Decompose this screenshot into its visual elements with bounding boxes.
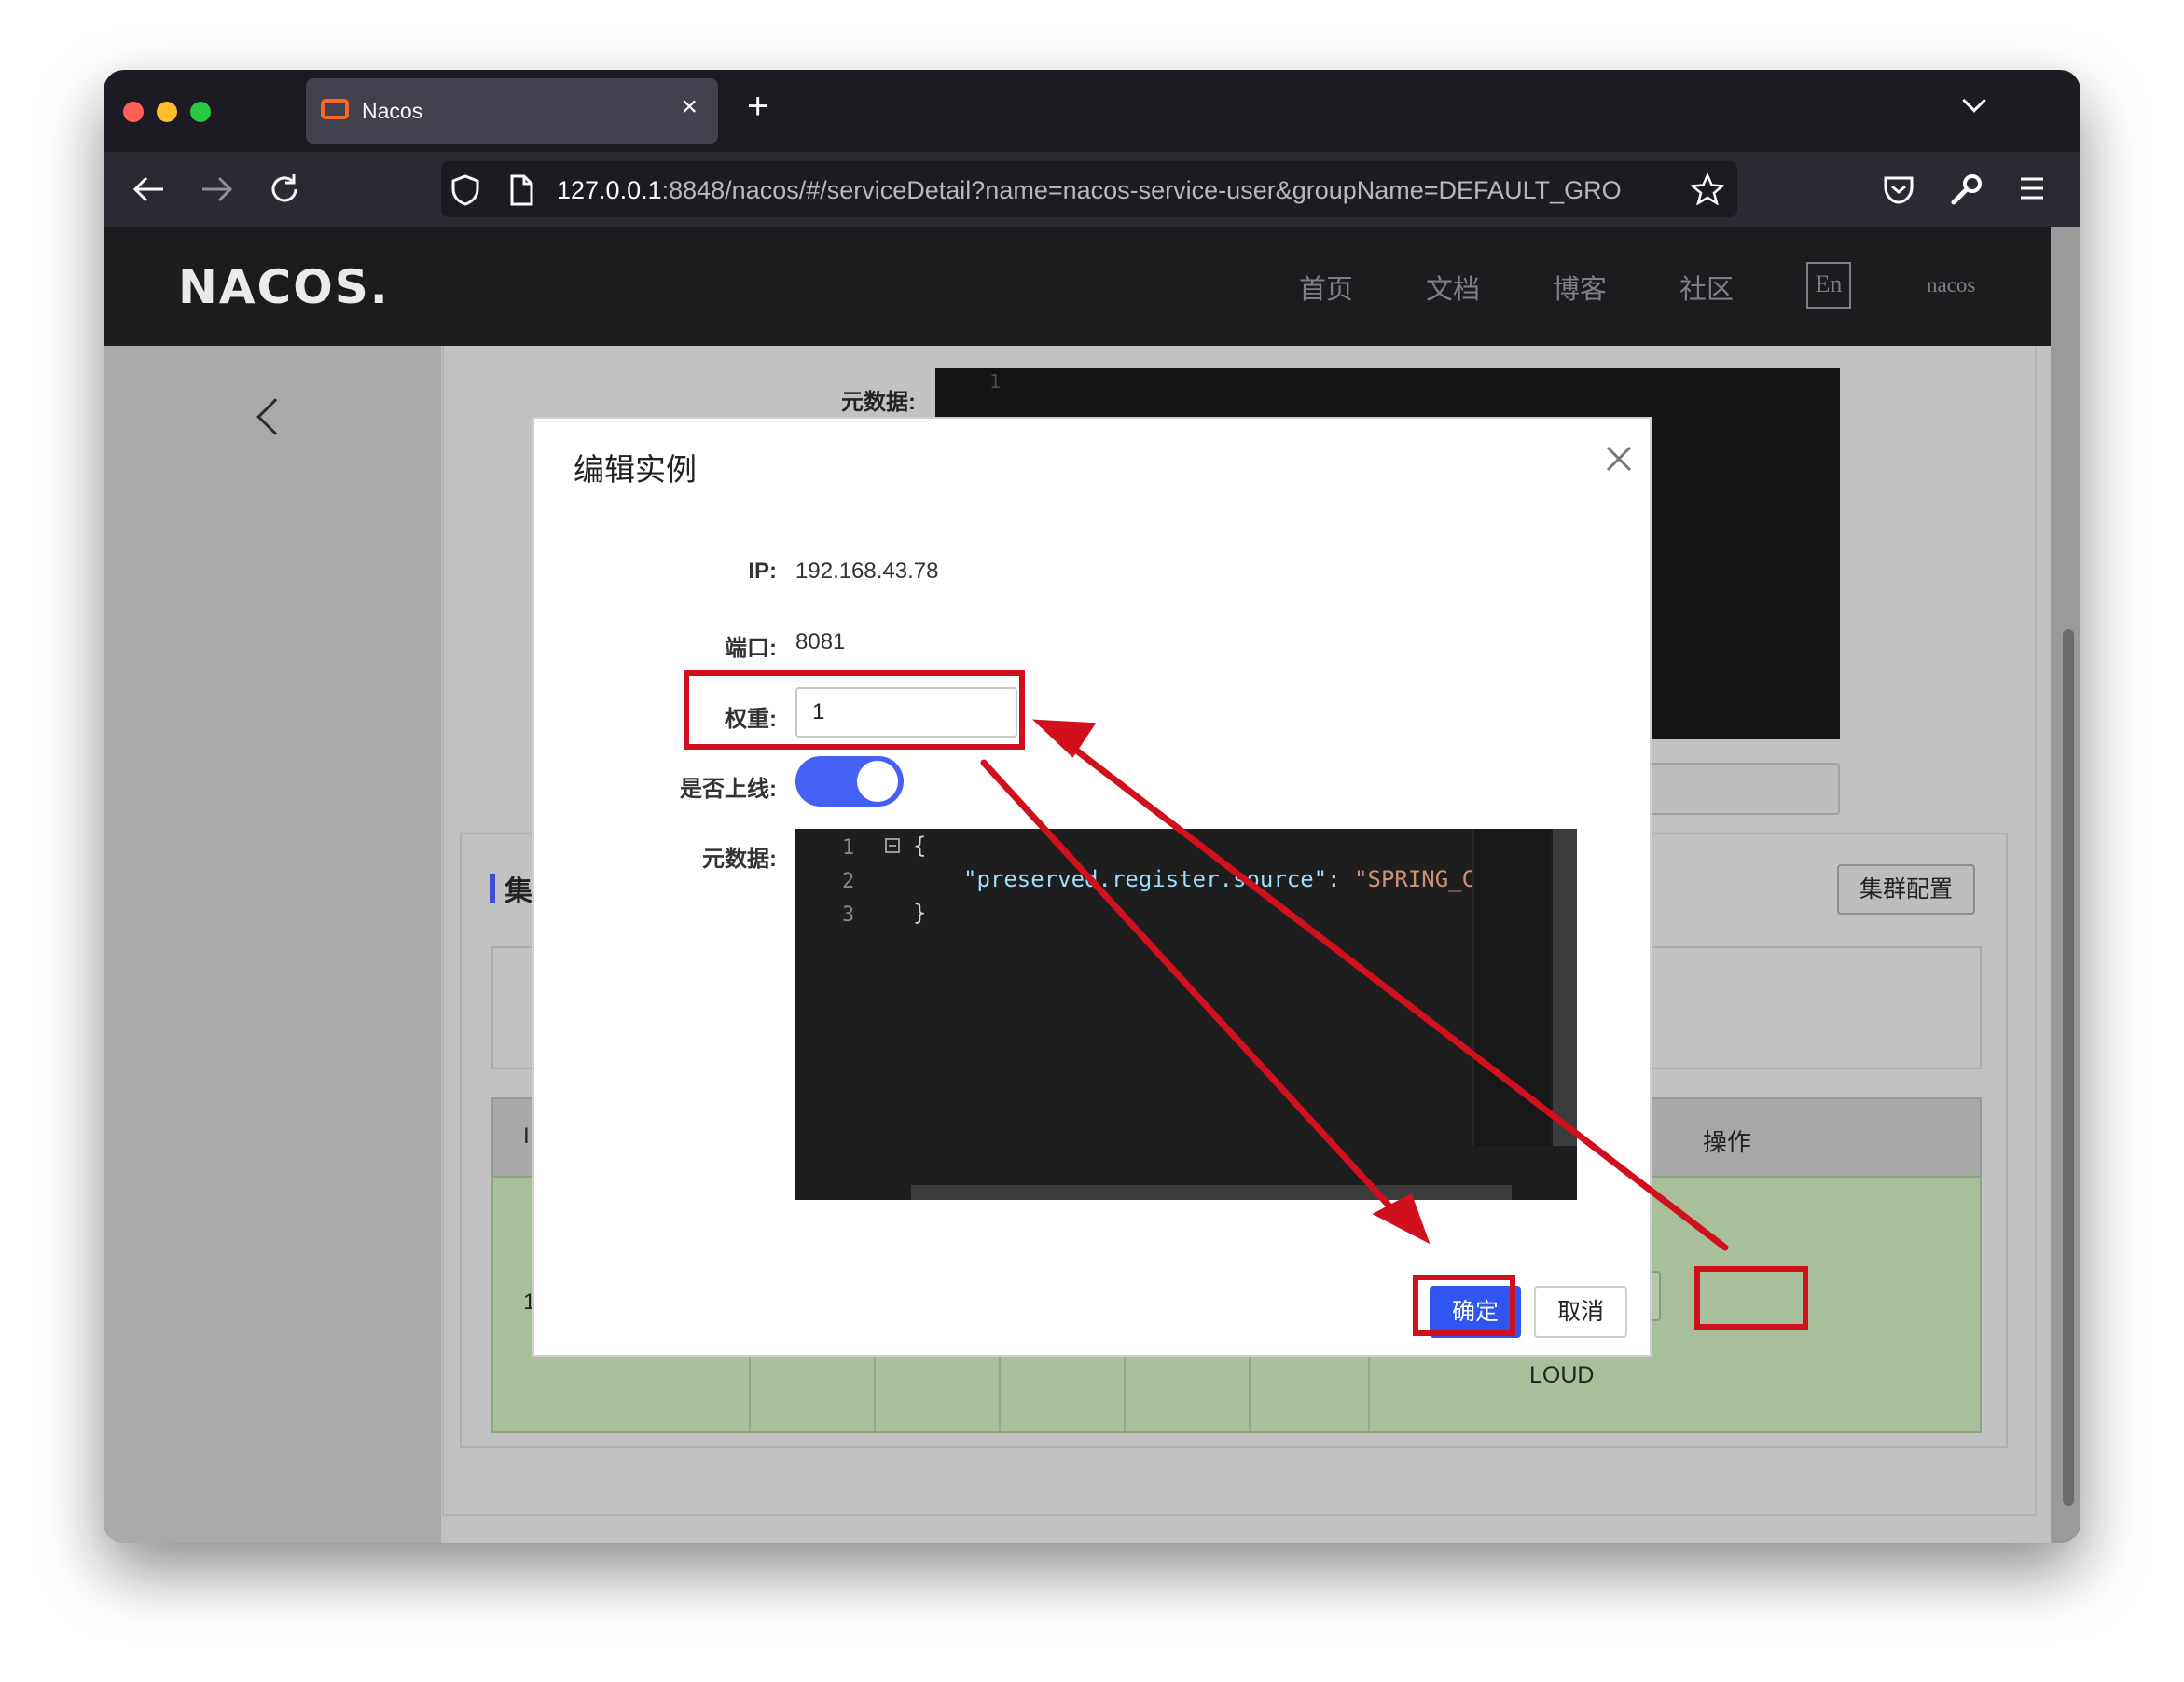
port-value: 8081 (795, 629, 846, 655)
metadata-editor[interactable]: 1 2 3 { "preserved.register.source": "SP… (795, 829, 1577, 1200)
editor-horizontal-scrollbar[interactable] (911, 1185, 1512, 1200)
left-panel (104, 346, 441, 1543)
cluster-title-bar (490, 874, 495, 903)
port-label: 端口: (725, 636, 777, 661)
new-tab-button[interactable]: + (747, 83, 768, 130)
nacos-logo[interactable]: NACOS. (178, 260, 390, 314)
edit-highlight-box (1694, 1266, 1808, 1330)
nacos-navbar: NACOS. 首页 文档 博客 社区 En nacos (104, 227, 2051, 346)
cancel-button[interactable]: 取消 (1534, 1286, 1627, 1338)
nav-blog[interactable]: 博客 (1553, 268, 1607, 307)
page-icon (510, 174, 533, 206)
wrench-icon[interactable] (1950, 172, 1984, 206)
bg-metadata-label: 元数据: (841, 390, 916, 415)
page-scrollbar-thumb[interactable] (2063, 629, 2074, 1506)
chevron-left-icon[interactable] (256, 398, 294, 435)
hamburger-menu-icon[interactable] (2019, 176, 2045, 200)
table-header-operations: 操作 (1703, 1128, 1752, 1156)
table-header-ip: I (523, 1124, 530, 1149)
online-toggle[interactable] (795, 756, 904, 807)
browser-tab[interactable]: Nacos × (306, 78, 718, 144)
pocket-icon[interactable] (1883, 174, 1914, 204)
code-close-brace: } (913, 900, 927, 926)
confirm-highlight-box (1413, 1275, 1515, 1336)
shield-icon[interactable] (450, 174, 480, 206)
back-arrow-icon[interactable] (131, 174, 165, 204)
bookmark-star-icon[interactable] (1691, 173, 1724, 205)
minimize-window-button[interactable] (157, 102, 177, 122)
forward-arrow-icon[interactable] (200, 174, 234, 204)
close-window-button[interactable] (123, 102, 144, 122)
address-bar[interactable]: 127.0.0.1:8848/nacos/#/serviceDetail?nam… (441, 161, 1737, 217)
browser-toolbar: 127.0.0.1:8848/nacos/#/serviceDetail?nam… (104, 152, 2080, 227)
nav-community[interactable]: 社区 (1679, 268, 1734, 307)
reload-icon[interactable] (268, 172, 301, 206)
cluster-config-button[interactable]: 集群配置 (1837, 864, 1975, 915)
editor-vertical-scrollbar[interactable] (1553, 829, 1577, 1146)
edit-instance-dialog: 编辑实例 IP: 192.168.43.78 端口: 8081 权重: 1 是否… (532, 417, 1652, 1357)
editor-line-number: 2 (842, 870, 855, 893)
row-ephemeral-value: LOUD (1529, 1362, 1595, 1388)
close-icon[interactable] (1605, 445, 1633, 473)
editor-line-number: 3 (842, 903, 855, 927)
dialog-title: 编辑实例 (574, 452, 697, 487)
tab-title: Nacos (362, 99, 423, 123)
cluster-title: 集 (505, 876, 532, 907)
metadata-label: 元数据: (702, 847, 777, 872)
user-name[interactable]: nacos (1927, 273, 1975, 297)
language-switch[interactable]: En (1806, 262, 1851, 309)
weight-highlight-box (684, 670, 1025, 750)
toggle-knob (857, 761, 898, 802)
code-metadata-entry: "preserved.register.source": "SPRING_C (963, 866, 1476, 892)
chevron-down-icon[interactable] (1962, 89, 1986, 113)
nacos-favicon-icon (321, 99, 349, 119)
fold-toggle-icon[interactable] (885, 838, 900, 853)
code-open-brace: { (913, 833, 927, 859)
online-label: 是否上线: (680, 777, 777, 802)
zoom-window-button[interactable] (190, 102, 211, 122)
editor-minimap[interactable] (1472, 829, 1551, 1146)
nav-home[interactable]: 首页 (1299, 268, 1353, 307)
editor-line-number: 1 (842, 836, 855, 860)
bg-editor-line-number: 1 (989, 370, 1002, 393)
ip-label: IP: (748, 558, 777, 584)
url-text[interactable]: 127.0.0.1:8848/nacos/#/serviceDetail?nam… (557, 176, 1685, 205)
tab-close-icon[interactable]: × (681, 93, 698, 121)
nav-docs[interactable]: 文档 (1426, 268, 1480, 307)
ip-value: 192.168.43.78 (795, 558, 939, 584)
